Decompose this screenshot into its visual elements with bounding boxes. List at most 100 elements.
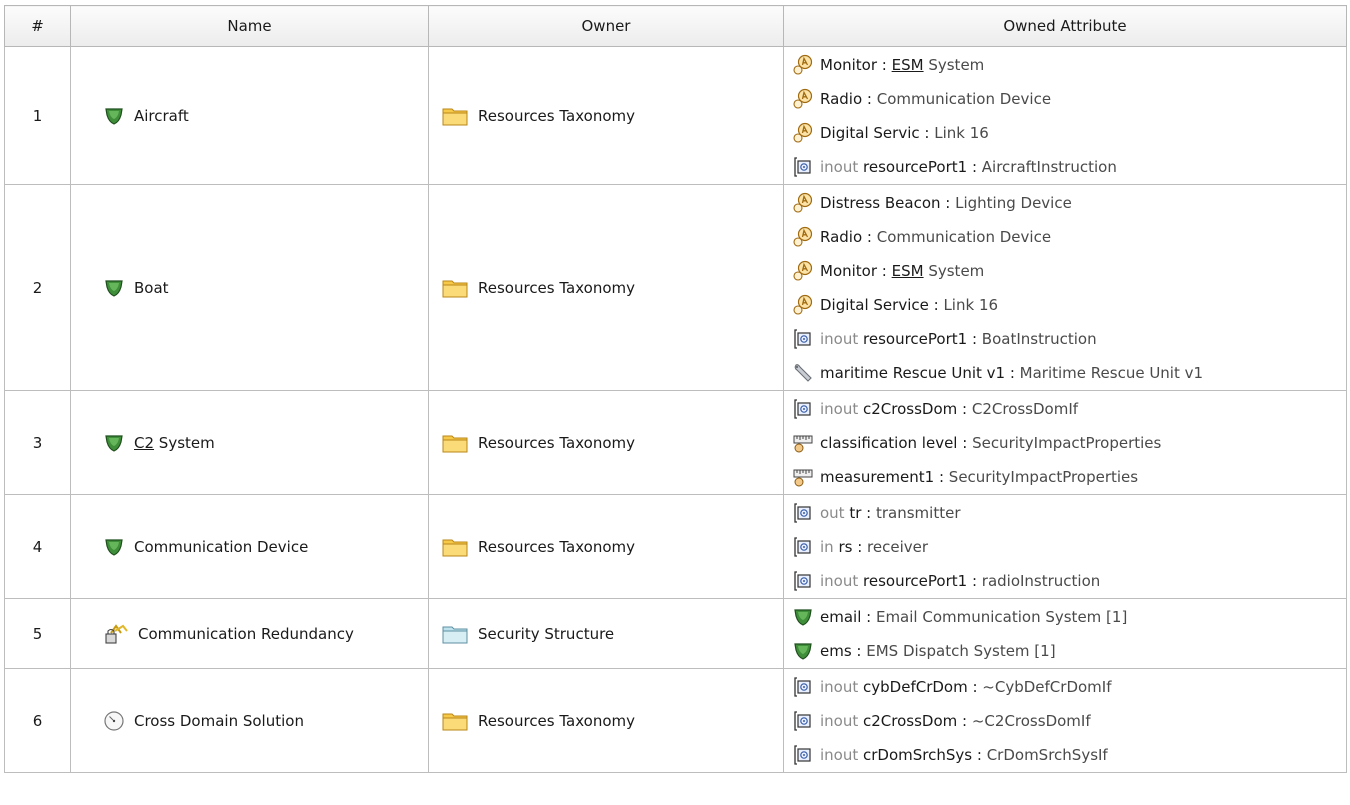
package-folder-icon xyxy=(441,535,469,559)
attribute-item[interactable]: Radio : Communication Device xyxy=(784,82,1346,116)
attribute-separator: : xyxy=(928,295,944,314)
attribute-type: BoatInstruction xyxy=(981,329,1097,348)
circle-dot-icon xyxy=(103,710,125,732)
attribute-name: Distress Beacon xyxy=(820,193,941,212)
port-icon xyxy=(792,502,814,524)
name-cell[interactable]: Aircraft xyxy=(70,46,429,185)
attribute-separator: : xyxy=(1005,363,1020,382)
attribute-item[interactable]: inout c2CrossDom : ~C2CrossDomIf xyxy=(784,704,1346,738)
package-folder-icon xyxy=(441,104,469,128)
column-header-name[interactable]: Name xyxy=(70,5,429,47)
owner-cell[interactable]: Security Structure xyxy=(428,598,784,669)
name-cell[interactable]: Communication Device xyxy=(70,494,429,599)
table-row[interactable]: 4 Communication Device Resources Taxonomy o… xyxy=(4,494,1347,599)
attribute-text: classification level : SecurityImpactPro… xyxy=(820,434,1161,452)
attribute-item[interactable]: Digital Servic : Link 16 xyxy=(784,116,1346,150)
owned-attribute-cell[interactable]: out tr : transmitter in rs : receiver inou… xyxy=(783,494,1347,599)
attribute-type: CrDomSrchSysIf xyxy=(986,745,1108,764)
attribute-text: inout crDomSrchSys : CrDomSrchSysIf xyxy=(820,746,1108,764)
owner-cell[interactable]: Resources Taxonomy xyxy=(428,46,784,185)
name-cell[interactable]: Cross Domain Solution xyxy=(70,668,429,773)
attribute-text: measurement1 : SecurityImpactProperties xyxy=(820,468,1138,486)
table-row[interactable]: 6 Cross Domain Solution Resources Taxonomy… xyxy=(4,668,1347,773)
attribute-type: EMS Dispatch System [1] xyxy=(866,641,1056,660)
attribute-item[interactable]: inout c2CrossDom : C2CrossDomIf xyxy=(784,392,1346,426)
name-cell-content: Aircraft xyxy=(103,105,428,127)
name-cell[interactable]: Boat xyxy=(70,184,429,391)
owner-cell[interactable]: Resources Taxonomy xyxy=(428,668,784,773)
owned-attribute-table: # Name Owner Owned Attribute 1 Aircraft Re… xyxy=(4,5,1347,773)
attribute-name: Radio xyxy=(820,89,863,108)
attribute-item[interactable]: Monitor : ESM System xyxy=(784,254,1346,288)
name-cell[interactable]: C2 System xyxy=(70,390,429,495)
attribute-type: receiver xyxy=(867,537,929,556)
attribute-item[interactable]: in rs : receiver xyxy=(784,530,1346,564)
attribute-item[interactable]: Monitor : ESM System xyxy=(784,48,1346,82)
attribute-type: Communication Device xyxy=(876,89,1052,108)
owned-attribute-cell[interactable]: Monitor : ESM System Radio : Communicatio… xyxy=(783,46,1347,185)
table-row[interactable]: 3 C2 System Resources Taxonomy inout c2Cros… xyxy=(4,390,1347,495)
owned-attribute-cell[interactable]: Distress Beacon : Lighting Device Radio :… xyxy=(783,184,1347,391)
attribute-item[interactable]: measurement1 : SecurityImpactProperties xyxy=(784,460,1346,494)
measurement-icon xyxy=(792,432,814,454)
attribute-item[interactable]: inout crDomSrchSys : CrDomSrchSysIf xyxy=(784,738,1346,772)
attribute-item[interactable]: inout cybDefCrDom : ~CybDefCrDomIf xyxy=(784,670,1346,704)
attribute-item[interactable]: Digital Service : Link 16 xyxy=(784,288,1346,322)
owned-attribute-cell[interactable]: email : Email Communication System [1] em… xyxy=(783,598,1347,669)
attribute-separator: : xyxy=(967,329,982,348)
column-header-owned-attribute[interactable]: Owned Attribute xyxy=(783,5,1347,47)
attribute-text: Monitor : ESM System xyxy=(820,262,984,280)
attribute-item[interactable]: inout resourcePort1 : radioInstruction xyxy=(784,564,1346,598)
owner-cell[interactable]: Resources Taxonomy xyxy=(428,184,784,391)
attribute-item[interactable]: classification level : SecurityImpactPro… xyxy=(784,426,1346,460)
name-cell[interactable]: Communication Redundancy xyxy=(70,598,429,669)
owner-cell-content: Resources Taxonomy xyxy=(441,104,783,128)
attribute-text: maritime Rescue Unit v1 : Maritime Rescu… xyxy=(820,364,1203,382)
resource-role-icon xyxy=(792,226,814,248)
attribute-name: tr xyxy=(849,503,862,522)
table-row[interactable]: 1 Aircraft Resources Taxonomy Monitor : ESM… xyxy=(4,46,1347,185)
table-row[interactable]: 5 Communication Redundancy Security Struct… xyxy=(4,598,1347,669)
owned-attribute-cell[interactable]: inout c2CrossDom : C2CrossDomIf classific… xyxy=(783,390,1347,495)
attribute-item[interactable]: maritime Rescue Unit v1 : Maritime Rescu… xyxy=(784,356,1346,390)
attribute-separator: : xyxy=(919,123,935,142)
attribute-separator: : xyxy=(957,433,973,452)
attribute-item[interactable]: ems : EMS Dispatch System [1] xyxy=(784,634,1346,668)
attribute-name: rs xyxy=(838,537,853,556)
port-icon xyxy=(792,536,814,558)
attribute-name: cybDefCrDom xyxy=(863,677,968,696)
attribute-text: ems : EMS Dispatch System [1] xyxy=(820,642,1056,660)
attribute-type: C2CrossDomIf xyxy=(971,399,1079,418)
owner-name: Resources Taxonomy xyxy=(478,106,636,125)
owner-cell-content: Security Structure xyxy=(441,622,783,646)
owner-name: Security Structure xyxy=(478,624,615,643)
attribute-direction: inout xyxy=(820,157,864,176)
security-lock-icon xyxy=(103,623,129,645)
attribute-item[interactable]: inout resourcePort1 : BoatInstruction xyxy=(784,322,1346,356)
attribute-type: SecurityImpactProperties xyxy=(972,433,1162,452)
resource-role-icon xyxy=(792,192,814,214)
attribute-item[interactable]: inout resourcePort1 : AircraftInstructio… xyxy=(784,150,1346,184)
measurement-icon xyxy=(792,466,814,488)
element-name-link[interactable]: C2 xyxy=(134,434,154,452)
attribute-text: inout c2CrossDom : C2CrossDomIf xyxy=(820,400,1078,418)
owner-cell[interactable]: Resources Taxonomy xyxy=(428,494,784,599)
shield-block-icon xyxy=(103,105,125,127)
attribute-text: Monitor : ESM System xyxy=(820,56,984,74)
owner-cell[interactable]: Resources Taxonomy xyxy=(428,390,784,495)
attribute-item[interactable]: out tr : transmitter xyxy=(784,496,1346,530)
attribute-separator: : xyxy=(877,55,892,74)
column-header-owner[interactable]: Owner xyxy=(428,5,784,47)
element-name-text: Communication Redundancy xyxy=(138,624,354,643)
attribute-item[interactable]: email : Email Communication System [1] xyxy=(784,600,1346,634)
column-header-number[interactable]: # xyxy=(4,5,71,47)
attribute-type-link[interactable]: ESM xyxy=(892,262,924,280)
attribute-name: ems xyxy=(820,641,852,660)
attribute-item[interactable]: Distress Beacon : Lighting Device xyxy=(784,186,1346,220)
attribute-type-link[interactable]: ESM xyxy=(892,56,924,74)
table-row[interactable]: 2 Boat Resources Taxonomy Distress Beacon :… xyxy=(4,184,1347,391)
attribute-type: System xyxy=(923,55,985,74)
attribute-separator: : xyxy=(862,227,877,246)
owned-attribute-cell[interactable]: inout cybDefCrDom : ~CybDefCrDomIf inout … xyxy=(783,668,1347,773)
attribute-item[interactable]: Radio : Communication Device xyxy=(784,220,1346,254)
